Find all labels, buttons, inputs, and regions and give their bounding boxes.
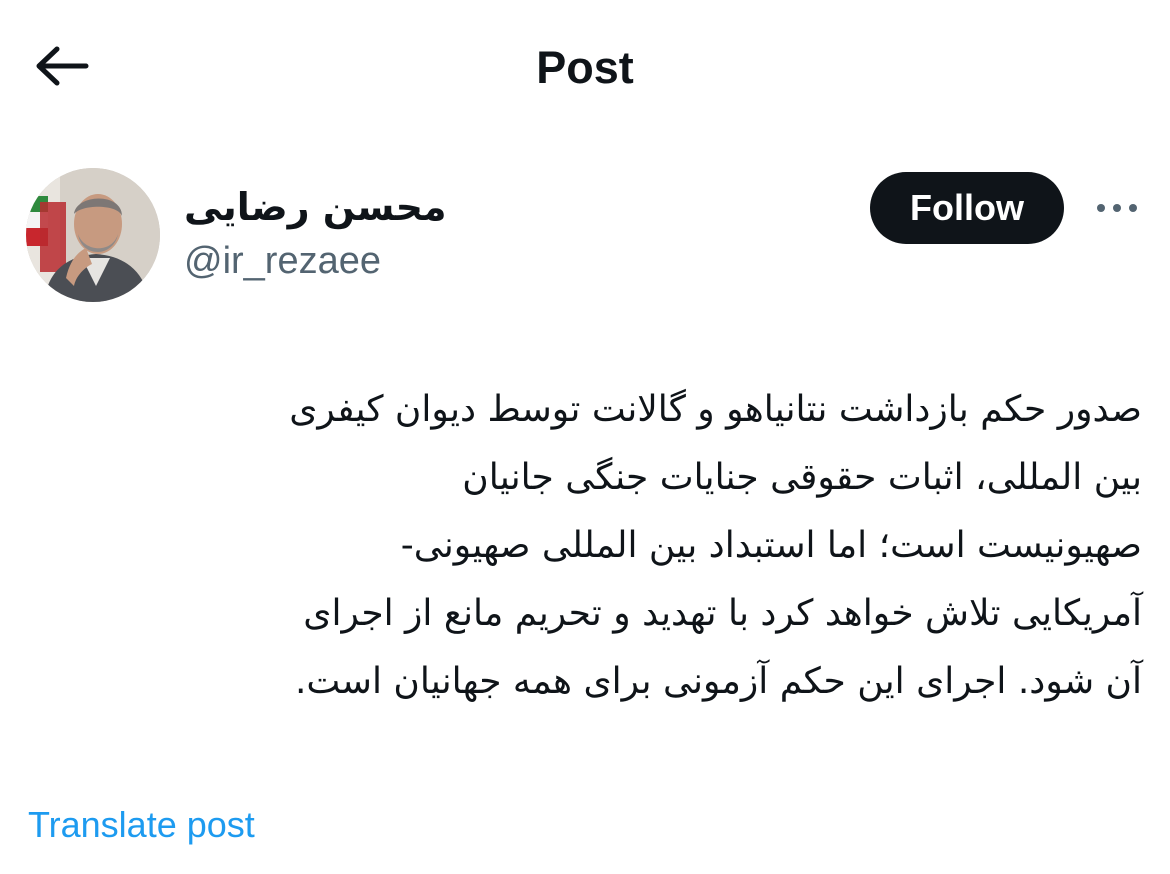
post-text-line: آمریکایی تلاش خواهد کرد با تهدید و تحریم… <box>303 593 1142 634</box>
top-bar: Post <box>0 0 1170 130</box>
post-text-line: آن شود. اجرای این حکم آزمونی برای همه جه… <box>294 661 1142 702</box>
more-options-button[interactable] <box>1088 186 1146 230</box>
author-handle[interactable]: @ir_rezaee <box>184 238 447 284</box>
author-display-name[interactable]: محسن رضایی <box>184 182 447 232</box>
page-title: Post <box>536 42 634 93</box>
author-names: محسن رضایی @ir_rezaee <box>184 182 447 284</box>
more-horizontal-icon <box>1095 199 1139 218</box>
post-text-line: صدور حکم بازداشت نتانیاهو و گالانت توسط … <box>289 389 1142 430</box>
post-text: صدور حکم بازداشت نتانیاهو و گالانت توسط … <box>34 376 1142 716</box>
translate-post-link[interactable]: Translate post <box>28 802 255 848</box>
avatar[interactable] <box>26 168 160 302</box>
author-row: محسن رضایی @ir_rezaee Follow <box>26 168 1146 308</box>
follow-button[interactable]: Follow <box>870 172 1064 244</box>
post-text-line: صهیونیست است؛ اما استبداد بین المللی صهی… <box>400 525 1142 566</box>
post-text-line: بین المللی، اثبات حقوقی جنایات جنگی جانی… <box>462 457 1142 498</box>
